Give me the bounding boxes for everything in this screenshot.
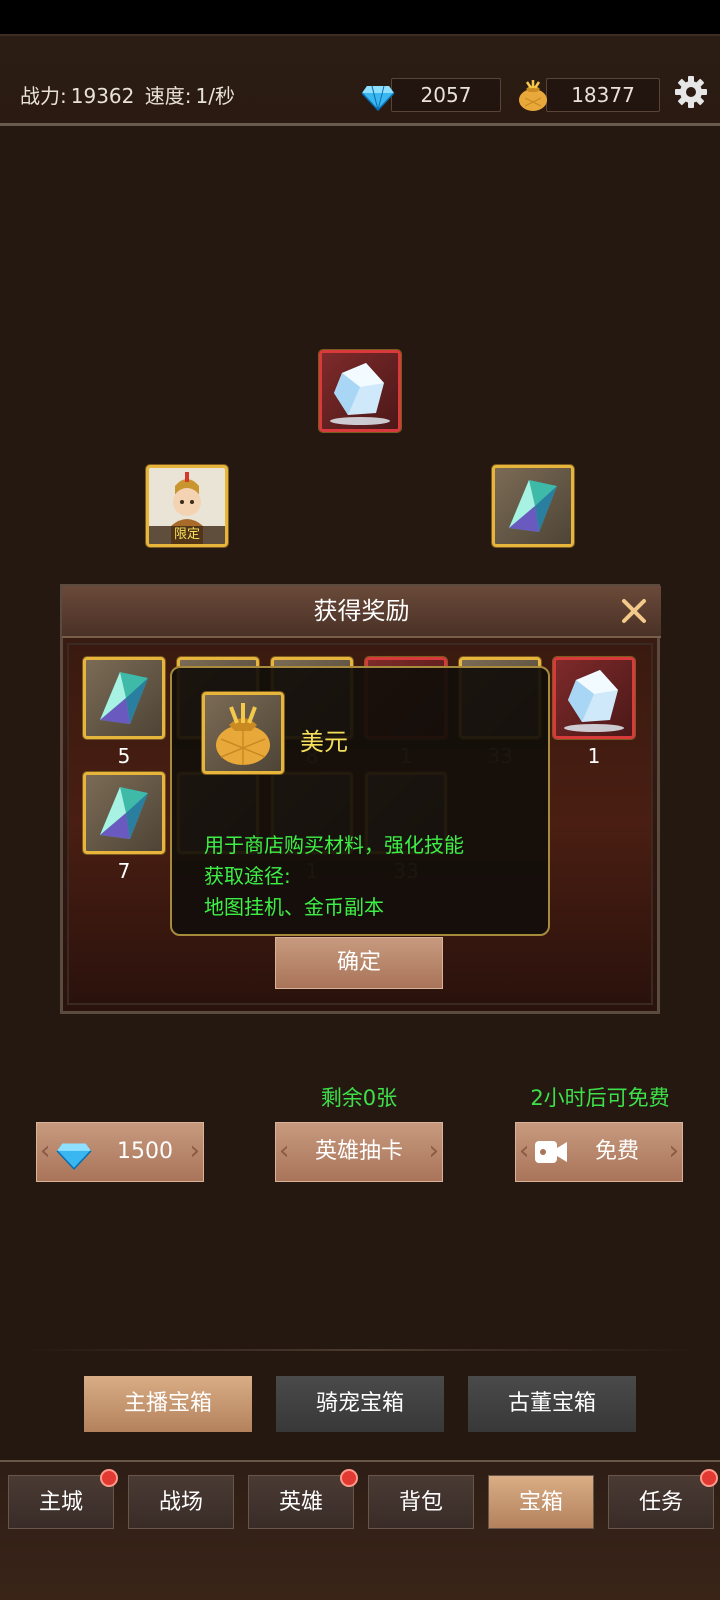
button-ornament-icon: ‹ <box>279 1136 290 1166</box>
tab-antique-chest[interactable]: 古董宝箱 <box>468 1376 636 1432</box>
tab-label: 古董宝箱 <box>507 1391 596 1416</box>
nav-tab-heroes[interactable]: 英雄 <box>248 1475 354 1529</box>
close-icon[interactable] <box>621 598 647 624</box>
crystal-shard-icon <box>509 480 557 532</box>
nav-tab-label: 主城 <box>38 1490 83 1515</box>
showcase-ice-cube[interactable] <box>319 350 401 432</box>
reward-item-crystal[interactable] <box>83 657 165 739</box>
showcase-hero-card[interactable]: 限定 <box>146 465 228 547</box>
reward-item-crystal[interactable] <box>83 772 165 854</box>
ice-cube-icon <box>330 363 390 425</box>
free-draw-button[interactable]: ‹ 免费 › <box>515 1122 683 1182</box>
gold-bag-icon <box>519 80 547 111</box>
tab-mount-chest[interactable]: 骑宠宝箱 <box>276 1376 444 1432</box>
hero-draw-label: 英雄抽卡 <box>314 1139 403 1164</box>
showcase-crystal-shard[interactable] <box>492 465 574 547</box>
diamond-counter: 2057 <box>391 78 501 112</box>
diamond-value: 2057 <box>420 83 472 107</box>
status-bar <box>0 0 720 34</box>
nav-tab-label: 任务 <box>638 1490 683 1515</box>
button-ornament-icon: › <box>668 1136 679 1166</box>
confirm-button[interactable]: 确定 <box>275 937 443 989</box>
tooltip-description: 用于商店购买材料，强化技能 获取途径: 地图挂机、金币副本 <box>204 830 464 923</box>
tab-label: 骑宠宝箱 <box>315 1391 404 1416</box>
reward-dialog-header: 获得奖励 <box>62 586 661 638</box>
diamond-icon <box>56 1143 92 1171</box>
tooltip-desc-line: 获取途径: <box>204 864 291 888</box>
nav-tab-backpack[interactable]: 背包 <box>368 1475 474 1529</box>
gold-bag-icon <box>216 703 270 765</box>
limited-label: 限定 <box>149 526 225 544</box>
button-ornament-icon: › <box>189 1136 200 1166</box>
item-tooltip: 美元 用于商店购买材料，强化技能 获取途径: 地图挂机、金币副本 <box>170 666 550 936</box>
nav-tab-label: 战场 <box>158 1490 203 1515</box>
reward-count: 5 <box>117 744 131 768</box>
hero-draw-button[interactable]: ‹ 英雄抽卡 › <box>275 1122 443 1182</box>
speed-label: 速度: <box>144 84 192 108</box>
button-ornament-icon: ‹ <box>519 1136 530 1166</box>
nav-tab-quests[interactable]: 任务 <box>608 1475 714 1529</box>
notification-badge <box>340 1469 358 1487</box>
tooltip-item-frame <box>202 692 284 774</box>
ice-cube-icon <box>564 670 624 732</box>
top-bar: 战力: 19362 速度: 1/秒 2057 18377 <box>0 34 720 126</box>
speed-value: 1/秒 <box>195 84 235 108</box>
crystal-shard-icon <box>100 787 148 839</box>
reward-item-ice[interactable] <box>553 657 635 739</box>
button-ornament-icon: ‹ <box>40 1136 51 1166</box>
nav-tab-battlefield[interactable]: 战场 <box>128 1475 234 1529</box>
tooltip-desc-line: 用于商店购买材料，强化技能 <box>204 833 464 857</box>
free-timer-label: 2小时后可免费 <box>530 1086 670 1110</box>
settings-gear-icon[interactable] <box>674 75 708 109</box>
gold-value: 18377 <box>571 83 635 107</box>
reward-count: 1 <box>587 744 601 768</box>
nav-tab-label: 背包 <box>398 1490 443 1515</box>
crystal-shard-icon <box>100 672 148 724</box>
nav-tab-label: 英雄 <box>278 1490 323 1515</box>
notification-badge <box>700 1469 718 1487</box>
confirm-label: 确定 <box>336 950 381 975</box>
player-stats: 战力: 19362 速度: 1/秒 <box>20 80 239 109</box>
diamond-icon <box>361 85 395 112</box>
gold-counter: 18377 <box>546 78 660 112</box>
nav-tab-main-city[interactable]: 主城 <box>8 1475 114 1529</box>
notification-badge <box>100 1469 118 1487</box>
button-ornament-icon: › <box>428 1136 439 1166</box>
nav-tab-chest[interactable]: 宝箱 <box>488 1475 594 1529</box>
diamond-cost: 1500 <box>117 1139 173 1164</box>
power-label: 战力: <box>20 84 67 108</box>
tab-label: 主播宝箱 <box>123 1391 212 1416</box>
section-divider <box>20 1349 700 1351</box>
nav-tab-label: 宝箱 <box>518 1490 563 1515</box>
reward-count: 7 <box>117 859 131 883</box>
power-value: 19362 <box>70 84 135 108</box>
tooltip-desc-line: 地图挂机、金币副本 <box>204 895 384 919</box>
tooltip-item-name: 美元 <box>300 728 348 756</box>
free-label: 免费 <box>594 1139 639 1164</box>
remaining-cards-label: 剩余0张 <box>320 1086 398 1110</box>
video-camera-icon <box>535 1141 567 1163</box>
reward-dialog-title: 获得奖励 <box>313 597 410 625</box>
tab-streamer-chest[interactable]: 主播宝箱 <box>84 1376 252 1432</box>
diamond-draw-button[interactable]: ‹ 1500 › <box>36 1122 204 1182</box>
